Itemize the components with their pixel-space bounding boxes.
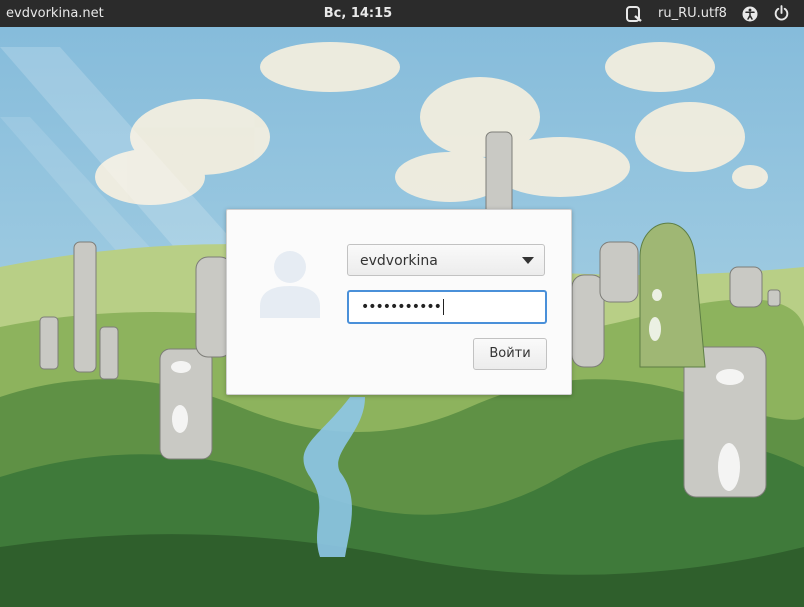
top-panel: evdvorkina.net Вс, 14:15 ru_RU.utf8 xyxy=(0,0,804,27)
power-icon[interactable] xyxy=(773,5,790,22)
login-button[interactable]: Войти xyxy=(473,338,547,370)
text-caret xyxy=(442,299,444,315)
chevron-down-icon xyxy=(522,257,534,264)
login-dialog: evdvorkina ••••••••••• Войти xyxy=(226,209,572,395)
password-input[interactable]: ••••••••••• xyxy=(347,290,547,324)
clock[interactable]: Вс, 14:15 xyxy=(0,0,716,28)
user-select-dropdown[interactable]: evdvorkina xyxy=(347,244,545,276)
keyboard-layout-indicator[interactable]: ru_RU.utf8 xyxy=(658,0,727,28)
accessibility-icon[interactable] xyxy=(742,6,758,22)
selected-user-label: evdvorkina xyxy=(360,253,438,269)
user-avatar-icon xyxy=(260,251,320,318)
onscreen-keyboard-icon[interactable] xyxy=(626,6,642,22)
password-value: ••••••••••• xyxy=(361,299,442,315)
